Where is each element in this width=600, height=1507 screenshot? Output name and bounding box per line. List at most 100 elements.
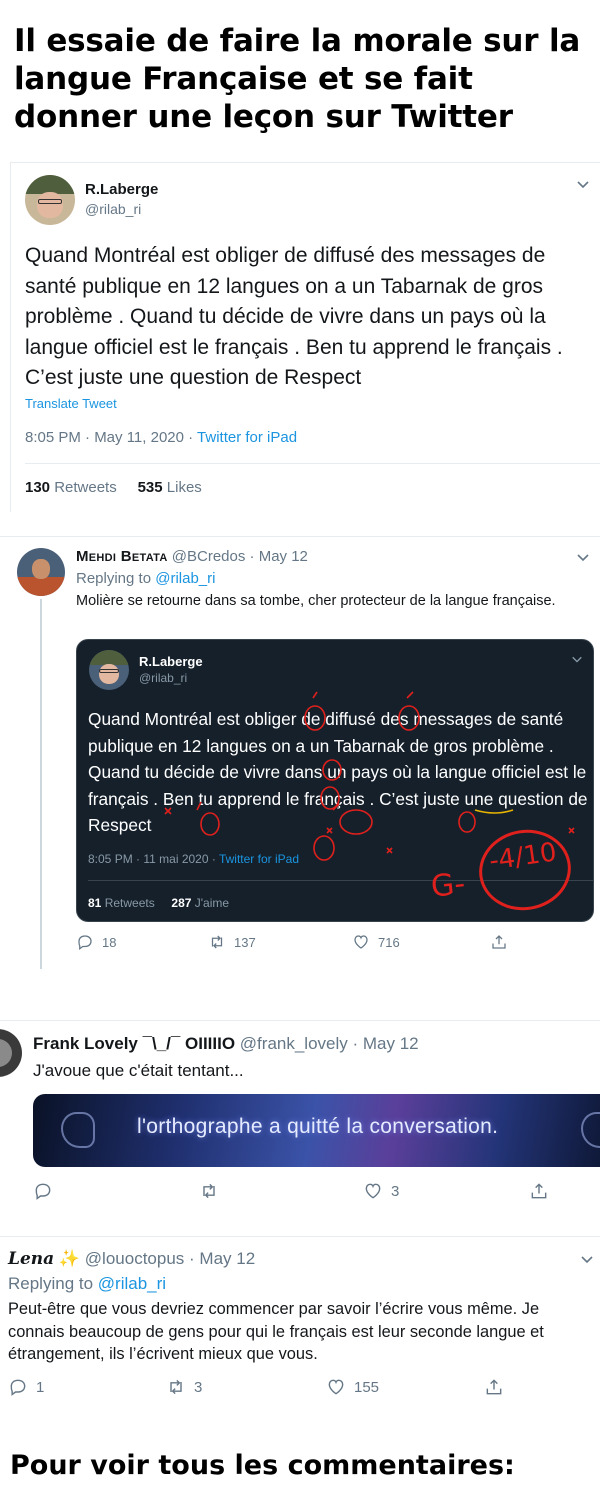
tweet-meta: 8:05 PM · May 11, 2020 · Twitter for iPa… <box>25 429 297 446</box>
discord-logo-icon <box>61 1112 95 1148</box>
share-button[interactable] <box>484 1377 504 1397</box>
author-name[interactable]: Lena <box>8 1249 54 1269</box>
replying-to-link[interactable]: @rilab_ri <box>98 1274 166 1293</box>
replying-prefix: Replying to <box>8 1274 98 1293</box>
replying-to: Replying to @rilab_ri <box>8 1274 166 1294</box>
like-icon <box>354 935 368 949</box>
like-icon <box>328 1379 344 1395</box>
retweets-label: Retweets <box>50 479 117 496</box>
share-button[interactable] <box>529 1181 549 1201</box>
retweet-count: 137 <box>234 934 256 950</box>
tweet-date[interactable]: · May 12 <box>189 1249 255 1268</box>
quoted-author-name: R.Laberge <box>139 654 203 669</box>
retweet-button[interactable]: 137 <box>208 933 256 951</box>
chevron-down-icon[interactable] <box>580 1252 594 1269</box>
chevron-down-icon[interactable] <box>576 177 590 194</box>
like-button[interactable]: 3 <box>363 1181 399 1201</box>
author-name[interactable]: Frank Lovely ¯\_/¯ OIIIIIO <box>33 1034 235 1053</box>
avatar[interactable] <box>25 175 75 225</box>
author-row: Lena ✨ @louoctopus · May 12 <box>8 1249 255 1269</box>
media-image[interactable]: l'orthographe a quitté la conversation. <box>33 1094 600 1167</box>
reply-icon <box>10 1379 26 1396</box>
quoted-likes-count: 287 <box>171 896 192 910</box>
avatar[interactable] <box>17 548 65 596</box>
share-button[interactable] <box>490 933 508 951</box>
tweet-text: Quand Montréal est obliger de diffusé de… <box>25 244 563 389</box>
author-handle[interactable]: @frank_lovely <box>240 1034 348 1053</box>
quoted-author-handle: @rilab_ri <box>139 671 188 685</box>
reply-tweet-mehdi[interactable]: Mehdi Betata @BCredos · May 12 Replying … <box>0 536 600 969</box>
retweet-icon <box>211 935 223 949</box>
avatar <box>89 650 129 690</box>
grade-mark: G- <box>429 866 467 905</box>
likes-label: Likes <box>162 479 202 496</box>
sparkle-icon: ✨ <box>58 1249 81 1268</box>
tweet-date[interactable]: · May 12 <box>250 548 308 565</box>
tweet-source[interactable]: Twitter for iPad <box>197 429 297 446</box>
tweet-actions: 3 <box>33 1181 593 1203</box>
translate-tweet-link[interactable]: Translate Tweet <box>25 396 117 411</box>
retweet-count: 3 <box>194 1378 203 1396</box>
replying-prefix: Replying to <box>76 570 156 587</box>
quoted-tweet[interactable]: R.Laberge @rilab_ri Quand Montréal est o… <box>76 639 594 922</box>
reply-button[interactable] <box>33 1181 53 1201</box>
retweets-count: 130 <box>25 479 51 496</box>
author-row: Frank Lovely ¯\_/¯ OIIIIIO @frank_lovely… <box>33 1034 419 1054</box>
retweet-button[interactable] <box>199 1181 219 1201</box>
like-count: 716 <box>378 934 400 950</box>
retweet-icon <box>203 1183 215 1199</box>
quoted-tweet-text: Quand Montréal est obliger de diffusé de… <box>88 709 588 836</box>
like-button[interactable]: 716 <box>352 933 400 951</box>
author-handle[interactable]: @louoctopus <box>85 1249 185 1268</box>
media-caption: l'orthographe a quitté la conversation. <box>137 1115 499 1138</box>
divider <box>25 463 600 464</box>
quoted-meta: 8:05 PM · 11 mai 2020 · Twitter for iPad <box>88 852 299 866</box>
like-count: 3 <box>391 1182 400 1200</box>
quoted-source: Twitter for iPad <box>218 852 299 866</box>
quoted-retweets-label: Retweets <box>101 896 155 910</box>
quoted-stats: 81 Retweets 287 J'aime <box>88 896 229 910</box>
tweet-time[interactable]: 8:05 PM · May 11, 2020 · <box>25 429 197 446</box>
like-button[interactable]: 155 <box>326 1377 379 1397</box>
thread-line <box>40 599 42 969</box>
retweets-stat[interactable]: 130 Retweets <box>25 479 117 496</box>
avatar[interactable] <box>0 1029 22 1077</box>
headline: Il essaie de faire la morale sur la lang… <box>14 23 581 135</box>
discord-logo-icon <box>581 1112 600 1148</box>
reply-button[interactable]: 18 <box>76 933 116 951</box>
author-row: Mehdi Betata @BCredos · May 12 <box>76 548 308 565</box>
author-handle[interactable]: @rilab_ri <box>85 201 141 217</box>
main-tweet: R.Laberge @rilab_ri Quand Montréal est o… <box>10 162 600 512</box>
quoted-retweets-count: 81 <box>88 896 102 910</box>
reply-tweet-frank[interactable]: Frank Lovely ¯\_/¯ OIIIIIO @frank_lovely… <box>0 1020 600 1215</box>
tweet-text: J'avoue que c'était tentant... <box>33 1061 244 1080</box>
author-name[interactable]: Mehdi Betata <box>76 548 168 565</box>
reply-button[interactable]: 1 <box>8 1377 44 1397</box>
like-icon <box>365 1183 381 1199</box>
tweet-text: Peut-être que vous devriez commencer par… <box>8 1300 544 1363</box>
footer-call-to-action: Pour voir tous les commentaires: <box>10 1450 515 1481</box>
replying-to: Replying to @rilab_ri <box>76 570 215 587</box>
replying-to-link[interactable]: @rilab_ri <box>155 570 215 587</box>
tweet-stats: 130 Retweets 535 Likes <box>25 479 202 496</box>
chevron-down-icon[interactable] <box>576 550 590 567</box>
tweet-actions: 1 3 155 <box>8 1377 568 1399</box>
tweet-text: Molière se retourne dans sa tombe, cher … <box>76 593 556 609</box>
quoted-time: 8:05 PM · 11 mai 2020 · <box>88 852 219 866</box>
likes-stat[interactable]: 535 Likes <box>138 479 202 496</box>
author-name[interactable]: R.Laberge <box>85 181 158 198</box>
share-icon <box>531 1183 547 1199</box>
retweet-icon <box>170 1379 182 1395</box>
reply-count: 18 <box>102 934 117 950</box>
reply-icon <box>35 1183 51 1200</box>
retweet-button[interactable]: 3 <box>166 1377 202 1397</box>
share-icon <box>492 935 506 949</box>
chevron-down-icon <box>571 652 583 668</box>
likes-count: 535 <box>137 479 163 496</box>
tweet-actions: 18 137 716 <box>76 933 586 955</box>
tweet-date[interactable]: · May 12 <box>353 1034 419 1053</box>
author-handle[interactable]: @BCredos <box>172 548 246 565</box>
share-icon <box>486 1379 502 1395</box>
reply-tweet-lena[interactable]: Lena ✨ @louoctopus · May 12 Replying to … <box>0 1236 600 1416</box>
quoted-likes-label: J'aime <box>191 896 230 910</box>
